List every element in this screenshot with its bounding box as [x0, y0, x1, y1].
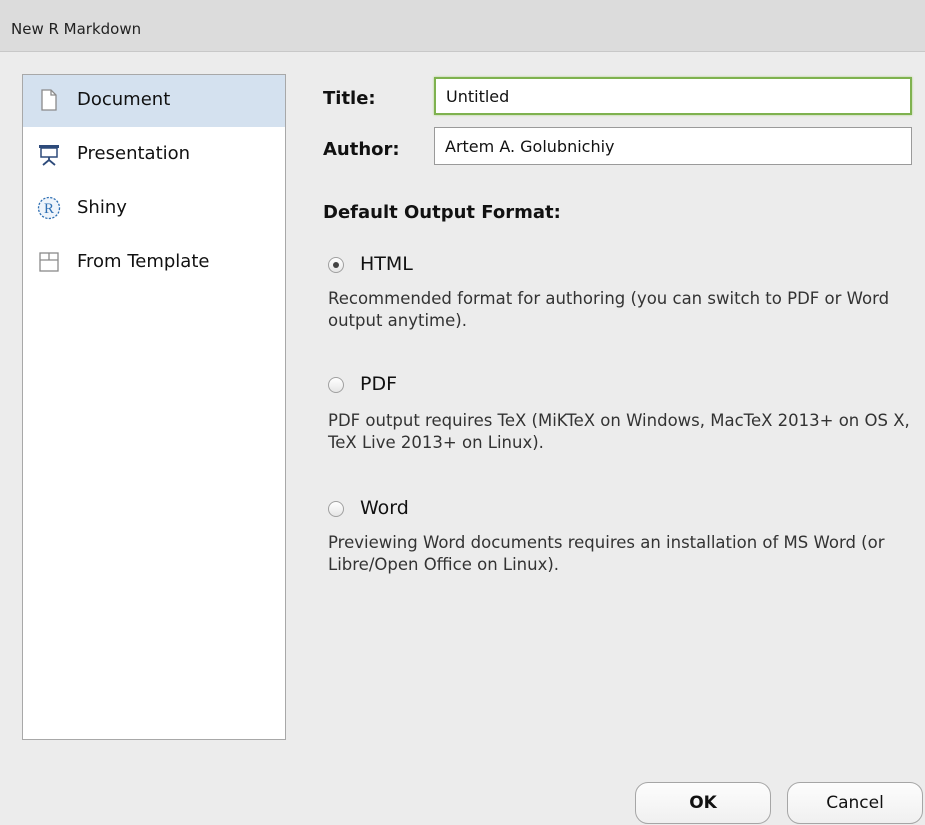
- pdf-radio[interactable]: [328, 377, 344, 393]
- sidebar-item-label: From Template: [77, 251, 210, 272]
- sidebar-item-shiny[interactable]: R Shiny: [23, 183, 285, 235]
- output-format-heading: Default Output Format:: [323, 202, 561, 223]
- sidebar-item-presentation[interactable]: Presentation: [23, 129, 285, 181]
- title-label: Title:: [323, 88, 376, 109]
- r-shiny-icon: R: [37, 196, 61, 220]
- template-icon: [37, 250, 61, 274]
- sidebar-item-label: Shiny: [77, 197, 127, 218]
- html-radio-label: HTML: [360, 253, 413, 275]
- presentation-icon: [37, 142, 61, 166]
- author-input[interactable]: [434, 127, 912, 165]
- sidebar-item-from-template[interactable]: From Template: [23, 237, 285, 289]
- sidebar-item-label: Presentation: [77, 143, 191, 164]
- document-type-list: Document Presentation R Shiny From Templ…: [22, 74, 286, 740]
- ok-button[interactable]: OK: [635, 782, 771, 824]
- author-label: Author:: [323, 139, 400, 160]
- pdf-description: PDF output requires TeX (MiKTeX on Windo…: [328, 411, 910, 452]
- title-input[interactable]: [434, 77, 912, 115]
- pdf-radio-label: PDF: [360, 373, 398, 395]
- dialog-title-bar: New R Markdown: [0, 0, 925, 52]
- word-radio-label: Word: [360, 497, 409, 519]
- document-icon: [37, 88, 61, 112]
- word-radio[interactable]: [328, 501, 344, 517]
- sidebar-item-label: Document: [77, 89, 171, 110]
- html-description: Recommended format for authoring (you ca…: [328, 289, 890, 330]
- dialog-title: New R Markdown: [11, 20, 142, 38]
- cancel-button[interactable]: Cancel: [787, 782, 923, 824]
- svg-text:R: R: [44, 201, 54, 217]
- html-radio[interactable]: [328, 257, 344, 273]
- word-description: Previewing Word documents requires an in…: [328, 533, 885, 574]
- sidebar-item-document[interactable]: Document: [23, 75, 285, 127]
